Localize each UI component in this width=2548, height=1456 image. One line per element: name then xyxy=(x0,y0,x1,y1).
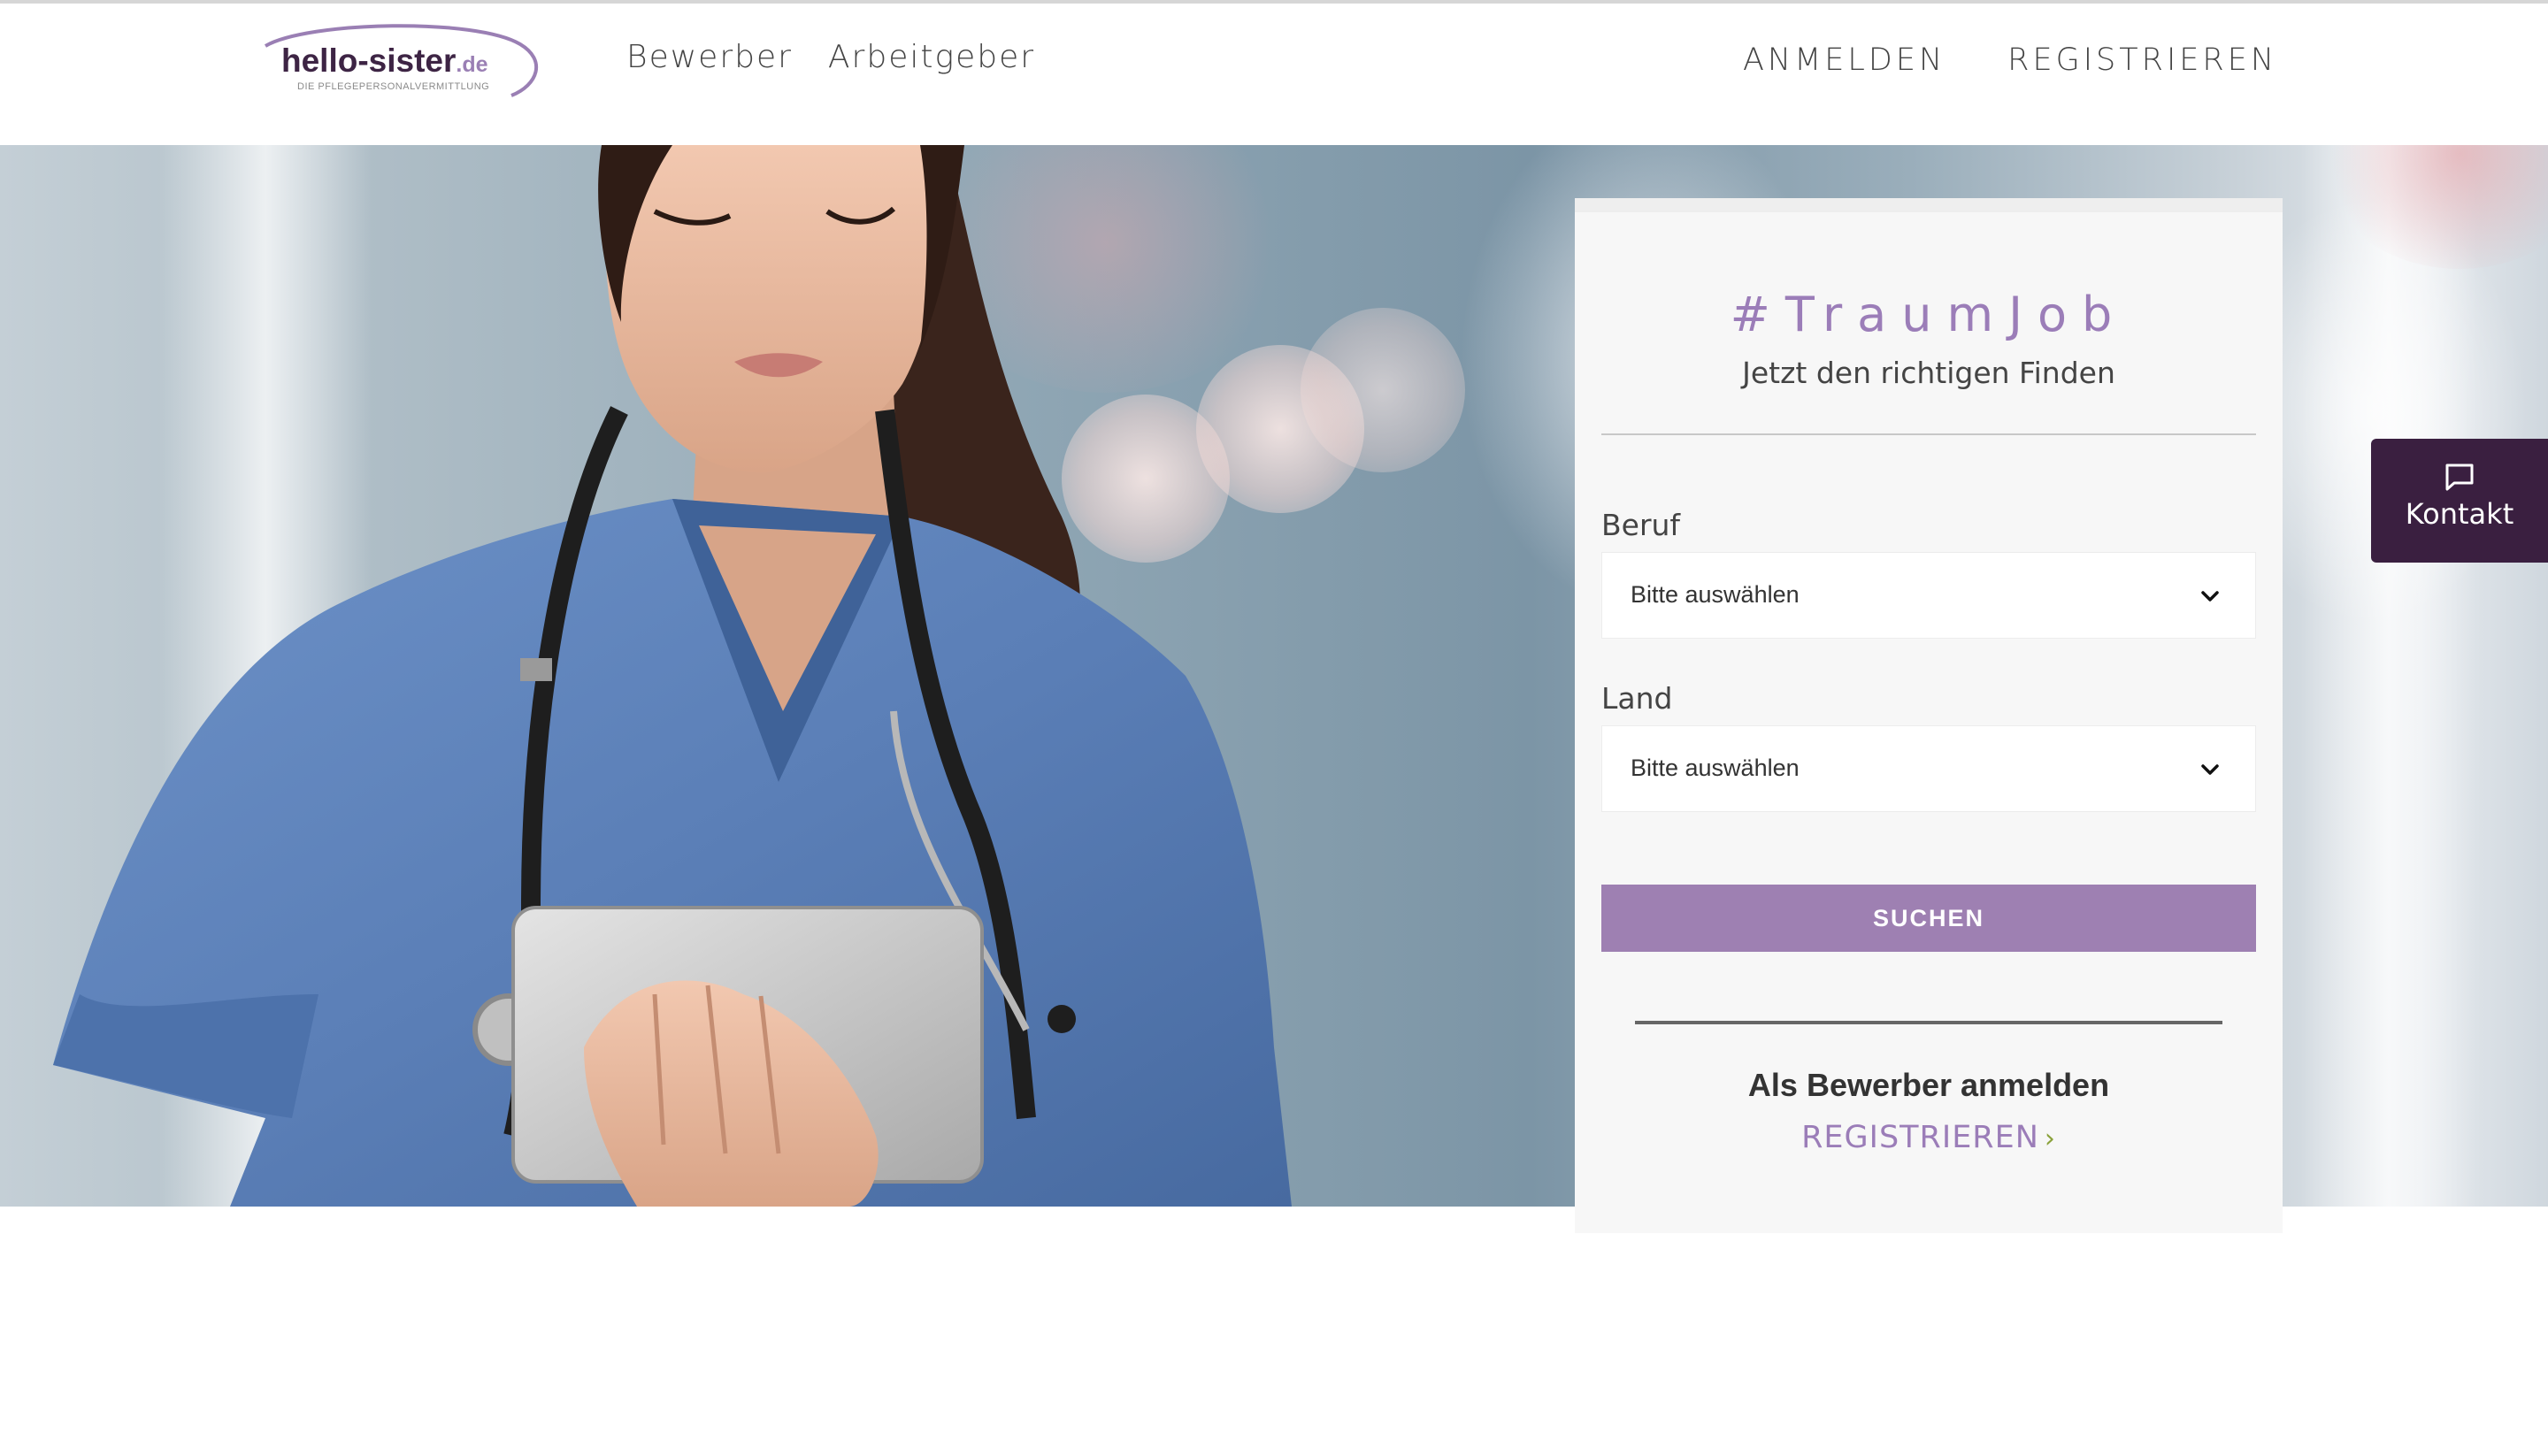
site-logo[interactable]: hello-sister.de DIE PFLEGEPERSONALVERMIT… xyxy=(255,19,541,101)
kontakt-button[interactable]: Kontakt xyxy=(2371,439,2548,563)
kontakt-label: Kontakt xyxy=(2405,497,2514,531)
job-search-panel: #TraumJob Jetzt den richtigen Finden Ber… xyxy=(1575,198,2283,1233)
account-nav: ANMELDEN REGISTRIEREN xyxy=(1743,42,2277,78)
logo-tagline: DIE PFLEGEPERSONALVERMITTLUNG xyxy=(297,81,490,92)
beruf-select-value: Bitte auswählen xyxy=(1631,581,1800,608)
chevron-right-icon: › xyxy=(2044,1123,2056,1154)
divider xyxy=(1635,1021,2222,1024)
nav-bewerber-link[interactable]: Bewerber xyxy=(626,39,793,75)
hero-nurse-image xyxy=(53,145,1292,1207)
background-pillar xyxy=(2300,145,2477,1207)
land-select[interactable]: Bitte auswählen xyxy=(1601,725,2256,812)
chat-bubble-icon xyxy=(2445,464,2474,491)
divider xyxy=(1601,433,2256,435)
panel-title: #TraumJob xyxy=(1730,287,2128,342)
beruf-label: Beruf xyxy=(1601,508,1681,542)
land-select-value: Bitte auswählen xyxy=(1631,755,1800,781)
chevron-down-icon xyxy=(2201,591,2219,602)
applicant-login-heading: Als Bewerber anmelden xyxy=(1747,1067,2110,1103)
main-nav: Bewerber Arbeitgeber xyxy=(626,39,1035,75)
site-header: hello-sister.de DIE PFLEGEPERSONALVERMIT… xyxy=(0,4,2548,145)
applicant-register-link[interactable]: REGISTRIEREN › xyxy=(1575,1120,2283,1155)
register-link-header[interactable]: REGISTRIEREN xyxy=(2007,42,2277,78)
logo-wordmark: hello-sister.de xyxy=(281,42,488,79)
register-link-label: REGISTRIEREN xyxy=(1801,1120,2039,1155)
panel-subtitle: Jetzt den richtigen Finden xyxy=(1742,356,2115,390)
nav-arbeitgeber-link[interactable]: Arbeitgeber xyxy=(828,39,1035,75)
beruf-select[interactable]: Bitte auswählen xyxy=(1601,552,2256,639)
land-label: Land xyxy=(1601,681,1673,716)
login-link[interactable]: ANMELDEN xyxy=(1743,42,1946,78)
search-button[interactable]: SUCHEN xyxy=(1601,885,2256,952)
chevron-down-icon xyxy=(2201,764,2219,775)
